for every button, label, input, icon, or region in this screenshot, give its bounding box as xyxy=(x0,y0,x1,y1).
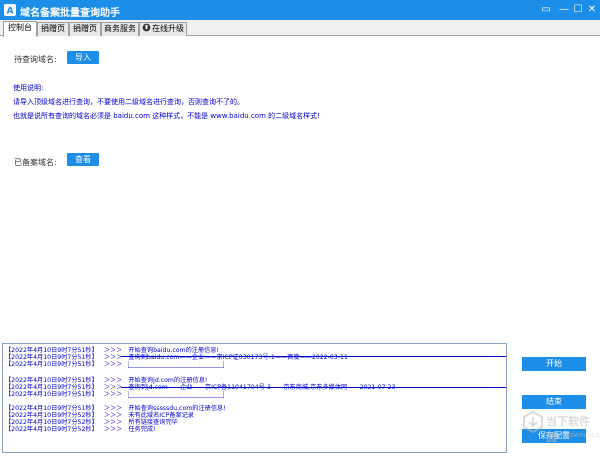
log-line: 【2022年4月10日9时7分52秒】 ＞＞＞ 所有链接查询完毕 xyxy=(5,419,178,426)
log-message: 开始查询jd.com的注册信息! xyxy=(128,377,208,384)
globe-icon xyxy=(142,23,151,32)
view-button[interactable]: 查看 xyxy=(67,153,99,166)
usage-line-1: 请导入顶级域名进行查询，不要使用二级域名进行查询，否则查询不了的。 xyxy=(13,98,244,106)
watermark-url: www.downxia.com xyxy=(546,431,600,439)
log-separator xyxy=(121,356,506,357)
log-arrow: ＞＞＞ xyxy=(103,426,123,433)
log-message: 开始查询sssssdu.com的注册信息! xyxy=(128,405,226,412)
log-timestamp: 【2022年4月10日9时7分52秒】 xyxy=(5,426,98,433)
log-timestamp: 【2022年4月10日9时7分52秒】 xyxy=(5,412,98,419)
watermark-logo-icon xyxy=(523,411,543,433)
log-timestamp: 【2022年4月10日9时7分51秒】 xyxy=(5,354,98,361)
tab-label: 商务服务 xyxy=(104,24,136,33)
title-bar: A 域名备案批量查询助手 ▭ — ☐ ✕ xyxy=(0,0,600,20)
close-button[interactable]: ✕ xyxy=(584,2,600,18)
log-separator xyxy=(121,387,506,388)
log-arrow: ＞＞＞ xyxy=(103,361,123,368)
log-arrow: ＞＞＞ xyxy=(103,384,123,391)
log-line: 【2022年4月10日9时7分52秒】 ＞＞＞ 未有此域名ICP备案记录 xyxy=(5,412,194,419)
log-timestamp: 【2022年4月10日9时7分51秒】 xyxy=(5,405,98,412)
recorded-domain-label: 已备案域名: xyxy=(14,158,57,167)
log-line: 【2022年4月10日9时7分51秒】 ＞＞＞ ██████████████████… xyxy=(5,391,224,398)
log-timestamp: 【2022年4月10日9时7分51秒】 xyxy=(5,391,98,398)
log-timestamp: 【2022年4月10日9时7分51秒】 xyxy=(5,347,98,354)
tab-donate-2[interactable]: 捐赠页 xyxy=(69,22,101,36)
tab-label: 捐赠页 xyxy=(73,24,97,33)
log-arrow: ＞＞＞ xyxy=(103,405,123,412)
svg-text:A: A xyxy=(7,7,14,17)
log-line: 【2022年4月10日9时7分51秒】 ＞＞＞ 开始查询baidu.com的注册信息… xyxy=(5,347,219,354)
tab-label: 捐赠页 xyxy=(41,24,65,33)
console-panel: 待查询域名: 导入 使用说明: 请导入顶级域名进行查询，不要使用二级域名进行查询… xyxy=(0,37,600,340)
log-message: 未有此域名ICP备案记录 xyxy=(128,412,194,419)
log-timestamp: 【2022年4月10日9时7分51秒】 xyxy=(5,384,98,391)
log-message: 任务完成! xyxy=(128,426,156,433)
usage-line-2: 也就是说所有查询的域名必须是 baidu.com 这种样式，不能是 www.ba… xyxy=(13,112,320,120)
log-timestamp: 【2022年4月10日9时7分51秒】 xyxy=(5,361,98,368)
log-message: 开始查询baidu.com的注册信息! xyxy=(128,347,220,354)
tab-label: 在线升级 xyxy=(152,24,184,33)
log-arrow: ＞＞＞ xyxy=(103,412,123,419)
tab-online-upgrade[interactable]: 在线升级 xyxy=(139,22,187,36)
tab-label: 控制台 xyxy=(8,23,32,32)
log-message: ████████████████████ xyxy=(128,391,224,398)
log-arrow: ＞＞＞ xyxy=(103,354,123,361)
log-message: 所有链接查询完毕 xyxy=(128,419,178,426)
pending-domain-label: 待查询域名: xyxy=(14,55,57,64)
tab-donate-1[interactable]: 捐赠页 xyxy=(37,22,69,36)
menu-icon[interactable]: ▭ xyxy=(538,2,554,18)
log-line: 【2022年4月10日9时7分51秒】 ＞＞＞ 开始查询sssssdu.com的注册… xyxy=(5,405,226,412)
app-logo-icon: A xyxy=(4,4,16,16)
import-button[interactable]: 导入 xyxy=(67,51,99,64)
window-title: 域名备案批量查询助手 xyxy=(20,8,120,19)
log-arrow: ＞＞＞ xyxy=(103,419,123,426)
log-line: 【2022年4月10日9时7分51秒】 ＞＞＞ ██████████████████… xyxy=(5,361,224,368)
log-timestamp: 【2022年4月10日9时7分51秒】 xyxy=(5,377,98,384)
log-timestamp: 【2022年4月10日9时7分52秒】 xyxy=(5,419,98,426)
usage-instructions: 使用说明: 请导入顶级域名进行查询，不要使用二级域名进行查询，否则查询不了的。 … xyxy=(13,81,320,123)
log-line: 【2022年4月10日9时7分52秒】 ＞＞＞ 任务完成! xyxy=(5,426,156,433)
start-button[interactable]: 开始 xyxy=(522,357,586,371)
tab-console[interactable]: 控制台 xyxy=(3,21,37,37)
log-line: 【2022年4月10日9时7分51秒】 ＞＞＞ 开始查询jd.com的注册信息! xyxy=(5,377,207,384)
log-arrow: ＞＞＞ xyxy=(103,377,123,384)
usage-title: 使用说明: xyxy=(13,84,44,92)
log-output[interactable]: 【2022年4月10日9时7分51秒】 ＞＞＞ 开始查询baidu.com的注册信息… xyxy=(2,343,507,453)
watermark-text: 当下软件园 xyxy=(546,415,590,444)
watermark: 当下软件园 www.downxia.com xyxy=(520,407,600,453)
log-message: ████████████████████ xyxy=(128,361,224,368)
tab-bar: 控制台 捐赠页 捐赠页 商务服务 在线升级 xyxy=(0,20,600,37)
log-arrow: ＞＞＞ xyxy=(103,347,123,354)
tab-business[interactable]: 商务服务 xyxy=(101,22,139,36)
log-arrow: ＞＞＞ xyxy=(103,391,123,398)
